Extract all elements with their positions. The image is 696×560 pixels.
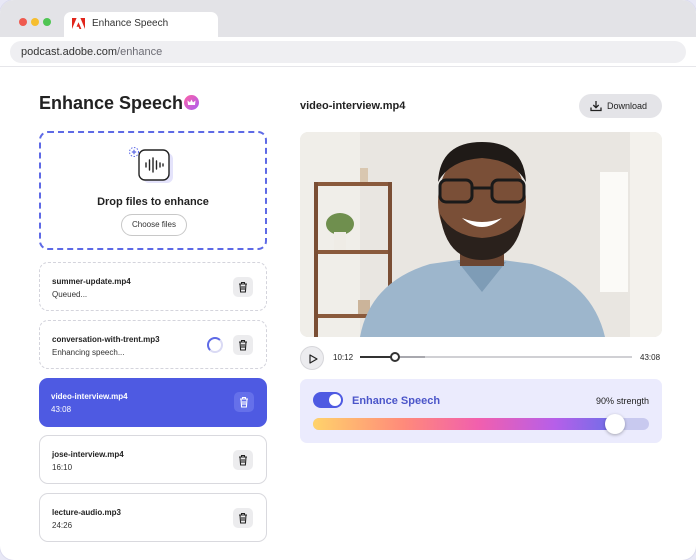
current-time: 10:12	[333, 353, 354, 362]
file-card-selected[interactable]: video-interview.mp4 43:08	[39, 378, 267, 427]
enhance-panel: Enhance Speech 90% strength	[300, 379, 662, 443]
file-name: jose-interview.mp4	[52, 450, 124, 459]
file-duration: 24:26	[52, 521, 73, 530]
play-button[interactable]	[300, 346, 324, 370]
total-time: 43:08	[640, 353, 661, 362]
video-preview[interactable]	[300, 132, 662, 337]
strength-value: 90% strength	[595, 396, 649, 406]
download-label: Download	[607, 101, 648, 111]
url-path: /enhance	[117, 46, 163, 58]
tab-strip: Enhance Speech	[0, 0, 696, 37]
choose-files-button[interactable]: Choose files	[121, 214, 187, 236]
enhance-toggle[interactable]	[313, 392, 343, 408]
file-duration: 43:08	[51, 405, 72, 414]
file-name: summer-update.mp4	[52, 277, 131, 286]
url-domain: podcast.adobe.com	[21, 46, 118, 58]
tab-title: Enhance Speech	[92, 18, 169, 29]
browser-window: Enhance Speech podcast.adobe.com/enhance…	[0, 0, 696, 560]
waveform-upload-icon	[129, 147, 173, 183]
adobe-logo-icon	[72, 18, 85, 29]
address-bar[interactable]: podcast.adobe.com/enhance	[10, 41, 686, 63]
trash-icon	[239, 281, 247, 293]
file-card[interactable]: summer-update.mp4 Queued...	[39, 262, 267, 311]
file-card[interactable]: conversation-with-trent.mp3 Enhancing sp…	[39, 320, 267, 369]
close-window-button[interactable]	[19, 18, 27, 26]
delete-file-button[interactable]	[233, 508, 253, 528]
delete-file-button[interactable]	[234, 392, 254, 412]
strength-slider[interactable]	[313, 414, 649, 434]
file-status: Enhancing speech...	[52, 348, 125, 357]
file-card[interactable]: jose-interview.mp4 16:10	[39, 435, 267, 484]
file-name: conversation-with-trent.mp3	[52, 335, 160, 344]
crown-icon	[184, 95, 199, 110]
delete-file-button[interactable]	[233, 277, 253, 297]
trash-icon	[239, 454, 247, 466]
page-title: Enhance Speech	[39, 93, 184, 113]
trash-icon	[240, 396, 248, 408]
maximize-window-button[interactable]	[43, 18, 51, 26]
seek-bar[interactable]	[360, 352, 632, 362]
file-duration: 16:10	[52, 463, 73, 472]
loading-spinner-icon	[207, 337, 223, 353]
trash-icon	[239, 512, 247, 524]
download-button[interactable]: Download	[579, 94, 662, 118]
toggle-thumb	[329, 394, 341, 406]
file-dropzone[interactable]: Drop files to enhance Choose files	[39, 131, 267, 250]
browser-tab[interactable]: Enhance Speech	[64, 12, 218, 37]
enhance-label: Enhance Speech	[352, 395, 441, 407]
strength-handle[interactable]	[605, 414, 626, 434]
minimize-window-button[interactable]	[31, 18, 39, 26]
address-row: podcast.adobe.com/enhance	[0, 37, 696, 67]
strength-fill	[313, 418, 616, 430]
trash-icon	[239, 339, 247, 351]
seek-handle[interactable]	[390, 352, 401, 362]
dropzone-label: Drop files to enhance	[97, 196, 209, 208]
delete-file-button[interactable]	[233, 335, 253, 355]
file-card[interactable]: lecture-audio.mp3 24:26	[39, 493, 267, 542]
delete-file-button[interactable]	[233, 450, 253, 470]
video-title: video-interview.mp4	[300, 100, 406, 112]
file-status: Queued...	[52, 290, 88, 299]
file-name: video-interview.mp4	[51, 392, 128, 401]
download-icon	[590, 101, 602, 112]
play-icon	[309, 354, 318, 364]
file-name: lecture-audio.mp3	[52, 508, 121, 517]
